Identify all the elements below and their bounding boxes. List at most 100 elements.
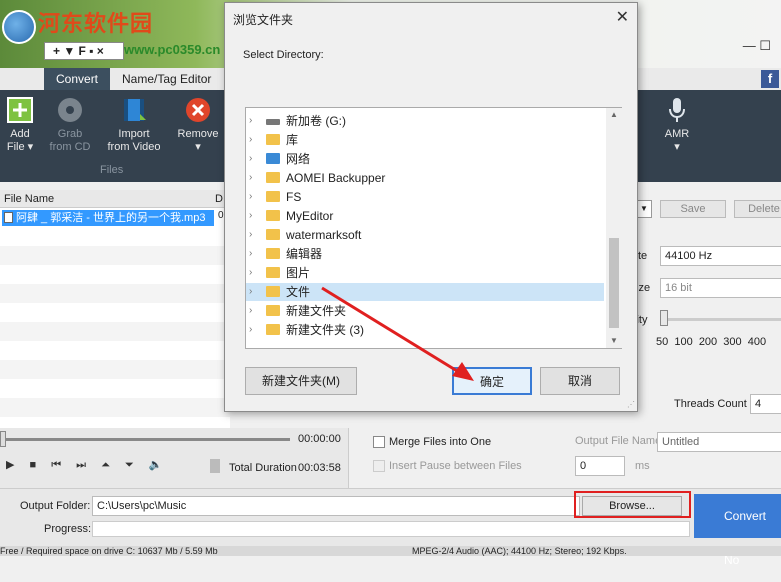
grab-from-cd-button[interactable]: Grab from CD bbox=[40, 96, 100, 154]
app-title-field: + ▼ F ▪ × bbox=[44, 42, 124, 60]
tree-node[interactable]: › 新建文件夹 (3) bbox=[246, 321, 604, 339]
file-list-header: File Name bbox=[0, 190, 230, 208]
seek-bar[interactable] bbox=[4, 438, 290, 441]
tree-node[interactable]: › 文件 bbox=[246, 283, 604, 301]
pause-checkbox[interactable] bbox=[373, 460, 385, 472]
ok-button[interactable]: 确定 bbox=[452, 367, 532, 395]
preset-dropdown-arrow[interactable]: ▼ bbox=[636, 200, 652, 218]
volume-slider[interactable] bbox=[210, 459, 220, 473]
tree-node-label: AOMEI Backupper bbox=[286, 171, 386, 185]
chevron-right-icon[interactable]: › bbox=[249, 283, 252, 301]
chevron-right-icon[interactable]: › bbox=[249, 112, 252, 130]
amr-format-button[interactable]: AMR ▾ bbox=[647, 96, 707, 154]
chevron-right-icon[interactable]: › bbox=[249, 150, 252, 168]
tree-node[interactable]: › 新建文件夹 bbox=[246, 302, 604, 320]
tree-node[interactable]: › 新加卷 (G:) bbox=[246, 112, 604, 130]
chevron-right-icon[interactable]: › bbox=[249, 207, 252, 225]
save-preset-button[interactable]: Save bbox=[660, 200, 726, 218]
cancel-button[interactable]: 取消 bbox=[540, 367, 620, 395]
ribbon-group-label: Files bbox=[100, 164, 124, 176]
tree-node[interactable]: › FS bbox=[246, 188, 604, 206]
close-icon[interactable]: ✕ bbox=[616, 7, 629, 27]
output-file-name-field[interactable]: Untitled bbox=[657, 432, 781, 452]
scrollbar-thumb[interactable] bbox=[609, 238, 619, 328]
cd-icon bbox=[58, 98, 82, 122]
dialog-prompt: Select Directory: bbox=[243, 49, 324, 61]
facebook-icon[interactable]: f bbox=[761, 70, 779, 88]
tree-node-label: 新建文件夹 bbox=[286, 304, 347, 318]
watermark-url: www.pc0359.cn bbox=[124, 42, 221, 57]
tree-node[interactable]: › 编辑器 bbox=[246, 245, 604, 263]
tree-node[interactable]: › 库 bbox=[246, 131, 604, 149]
chevron-right-icon[interactable]: › bbox=[249, 131, 252, 149]
merge-checkbox[interactable] bbox=[373, 436, 385, 448]
quality-slider-thumb[interactable] bbox=[660, 310, 668, 326]
tree-node-label: FS bbox=[286, 190, 302, 204]
tab-name-tag-editor[interactable]: Name/Tag Editor bbox=[110, 68, 223, 90]
chevron-right-icon[interactable]: › bbox=[249, 169, 252, 187]
film-icon bbox=[124, 99, 146, 121]
file-list[interactable]: File Name D 阿肆 _ 郭采洁 - 世界上的另一个我.mp3 0( bbox=[0, 190, 230, 428]
sample-size-label: ize bbox=[636, 282, 651, 294]
chevron-right-icon[interactable]: › bbox=[249, 226, 252, 244]
threads-count-field[interactable]: 4 bbox=[750, 394, 781, 414]
pause-ms-field[interactable]: 0 bbox=[575, 456, 625, 476]
tree-node-label: 图片 bbox=[286, 266, 311, 280]
folder-icon bbox=[266, 267, 280, 278]
resize-grip-icon[interactable]: ⋰ bbox=[627, 400, 635, 409]
chevron-right-icon[interactable]: › bbox=[249, 302, 252, 320]
tree-node[interactable]: › 图片 bbox=[246, 264, 604, 282]
import-from-video-button[interactable]: Import from Video bbox=[104, 96, 164, 154]
tree-node-label: 新加卷 (G:) bbox=[286, 114, 346, 128]
tree-node[interactable]: › AOMEI Backupper bbox=[246, 169, 604, 187]
column-file-name[interactable]: File Name bbox=[4, 193, 54, 205]
list-stripe bbox=[0, 246, 230, 265]
drive-icon bbox=[266, 119, 280, 125]
sample-rate-select[interactable]: 44100 Hz bbox=[660, 246, 781, 266]
chevron-right-icon[interactable]: › bbox=[249, 188, 252, 206]
grab-from-cd-label: Grab from CD bbox=[49, 128, 91, 153]
folder-icon bbox=[266, 286, 280, 297]
tree-scrollbar[interactable]: ▲ ▼ bbox=[606, 108, 622, 348]
merge-label: Merge Files into One bbox=[389, 436, 492, 448]
network-icon bbox=[266, 153, 280, 164]
tree-node-label: MyEditor bbox=[286, 209, 334, 223]
seek-thumb[interactable] bbox=[0, 431, 6, 447]
chevron-right-icon[interactable]: › bbox=[249, 264, 252, 282]
tab-convert[interactable]: Convert bbox=[44, 68, 111, 90]
tree-node[interactable]: › watermarksoft bbox=[246, 226, 604, 244]
sample-size-select[interactable]: 16 bit bbox=[660, 278, 781, 298]
scroll-down-icon[interactable]: ▼ bbox=[610, 336, 618, 345]
pause-unit: ms bbox=[635, 460, 650, 472]
status-disk-space: Free / Required space on drive C: 10637 … bbox=[0, 546, 218, 556]
progress-label: Progress: bbox=[44, 523, 92, 535]
tree-node-label: 编辑器 bbox=[286, 247, 323, 261]
chevron-right-icon[interactable]: › bbox=[249, 245, 252, 263]
current-time: 00:00:00 bbox=[298, 433, 341, 445]
folder-icon bbox=[266, 324, 280, 335]
transport-buttons[interactable]: ▶ ■ ⏮ ⏭ ⏶ ⏷ 🔈 bbox=[6, 458, 169, 472]
new-folder-button[interactable]: 新建文件夹(M) bbox=[245, 367, 357, 395]
tree-node[interactable]: › 网络 bbox=[246, 150, 604, 168]
progress-bar bbox=[92, 521, 690, 537]
folder-tree[interactable]: › 新加卷 (G:) › 库 › 网络 › AOMEI Backupper › FS › MyEdit… bbox=[245, 107, 622, 349]
quality-slider-track[interactable] bbox=[662, 318, 781, 321]
threads-count-label: Threads Count bbox=[674, 398, 747, 410]
output-folder-field[interactable]: C:\Users\pc\Music bbox=[92, 496, 580, 516]
remove-button[interactable]: Remove ▾ bbox=[168, 96, 228, 154]
watermark-text: 河东软件园 bbox=[38, 12, 154, 37]
list-stripe bbox=[0, 284, 230, 303]
convert-now-button[interactable]: Convert No bbox=[694, 494, 781, 567]
app-logo bbox=[2, 10, 36, 44]
column-duration[interactable]: D bbox=[215, 190, 223, 208]
window-controls[interactable]: — ☐ bbox=[743, 38, 771, 54]
scroll-up-icon[interactable]: ▲ bbox=[610, 110, 618, 119]
tree-node[interactable]: › MyEditor bbox=[246, 207, 604, 225]
chevron-right-icon[interactable]: › bbox=[249, 321, 252, 339]
folder-icon bbox=[266, 210, 280, 221]
folder-icon bbox=[266, 191, 280, 202]
folder-icon bbox=[266, 305, 280, 316]
tree-node-label: 网络 bbox=[286, 152, 311, 166]
file-row-name[interactable]: 阿肆 _ 郭采洁 - 世界上的另一个我.mp3 bbox=[2, 210, 214, 226]
delete-preset-button[interactable]: Delete bbox=[734, 200, 781, 218]
